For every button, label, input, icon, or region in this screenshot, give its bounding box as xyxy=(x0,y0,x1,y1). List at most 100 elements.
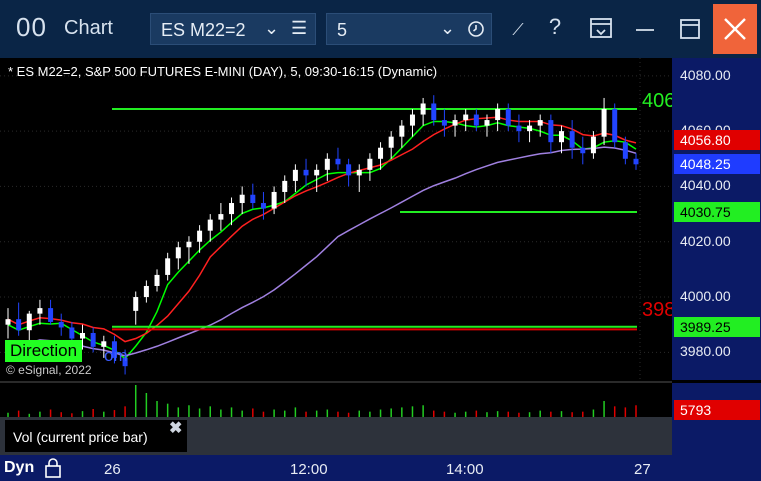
candle-body xyxy=(335,158,341,165)
price-marker-label: 4048.25 xyxy=(674,153,760,174)
candle-body xyxy=(69,327,75,339)
close-button[interactable] xyxy=(713,4,757,54)
candle-body xyxy=(622,142,628,159)
candle-body xyxy=(239,194,245,204)
lock-icon[interactable] xyxy=(44,457,62,479)
candle-body xyxy=(207,219,213,231)
candle-body xyxy=(26,313,32,331)
price-marker-label: 4056.80 xyxy=(674,129,760,150)
price-tick-label: 4020.00 xyxy=(680,232,731,249)
candle-body xyxy=(218,214,224,220)
time-label-1200: 12:00 xyxy=(290,461,328,478)
direction-label[interactable]: Direction xyxy=(5,340,83,362)
list-icon[interactable]: ☰ xyxy=(291,18,307,39)
candle-body xyxy=(590,136,596,154)
help-icon[interactable]: ? xyxy=(540,14,570,44)
candle-body xyxy=(303,169,309,176)
time-label-27: 27 xyxy=(634,461,651,478)
direction-tail: om xyxy=(104,346,128,365)
interval-selector[interactable]: 5 ⌄ xyxy=(326,13,492,45)
chart-header: * ES M22=2, S&P 500 FUTURES E-MINI (DAY)… xyxy=(8,64,438,79)
candle-body xyxy=(580,147,586,154)
symbol-value: ES M22=2 xyxy=(161,20,246,40)
candle-body xyxy=(569,131,575,148)
chevron-down-icon[interactable]: ⌄ xyxy=(264,18,279,39)
time-label-26: 26 xyxy=(104,461,121,478)
price-tick-label: 3980.00 xyxy=(680,343,731,360)
volume-chart[interactable] xyxy=(0,381,672,417)
candle-body xyxy=(292,169,298,181)
right-line-label-bottom: 398 xyxy=(642,299,672,321)
candle-body xyxy=(452,120,458,126)
copyright-text: © eSignal, 2022 xyxy=(6,363,92,377)
avg-line-fast xyxy=(7,120,637,360)
minimize-icon[interactable] xyxy=(630,14,660,44)
time-label-1400: 14:00 xyxy=(446,461,484,478)
window-title: Chart xyxy=(64,17,113,39)
candle-body xyxy=(633,158,639,165)
candle-body xyxy=(484,120,490,126)
template-icon[interactable] xyxy=(586,14,616,44)
draw-icon[interactable]: ⟋ xyxy=(503,22,533,52)
price-marker-label: 3989.25 xyxy=(674,316,760,337)
candle-body xyxy=(260,203,266,209)
candle-body xyxy=(516,125,522,132)
candle-body xyxy=(37,308,43,314)
candle-body xyxy=(367,158,373,170)
candle-body xyxy=(165,258,171,275)
candle-body xyxy=(314,169,320,176)
price-marker-label: 4030.75 xyxy=(674,202,760,222)
clock-icon[interactable] xyxy=(467,20,485,38)
candle-body xyxy=(80,332,86,339)
candle-body xyxy=(612,109,618,143)
candle-body xyxy=(5,319,11,325)
candle-body xyxy=(197,230,203,242)
candle-body xyxy=(175,247,181,259)
candle-body xyxy=(527,125,533,132)
candle-body xyxy=(48,308,54,322)
candle-body xyxy=(324,158,330,170)
candle-body xyxy=(431,103,437,121)
candle-body xyxy=(409,114,415,126)
candle-body xyxy=(537,120,543,126)
candle-body xyxy=(558,131,564,143)
candle-body xyxy=(420,103,426,115)
candle-body xyxy=(495,109,501,121)
symbol-selector[interactable]: ES M22=2 ⌄ ☰ xyxy=(150,13,316,45)
candle-body xyxy=(282,180,288,192)
price-tick-label: 4040.00 xyxy=(680,177,731,194)
title-bar: 00 Chart ES M22=2 ⌄ ☰ 5 ⌄ ⟋ ? xyxy=(0,0,761,58)
volume-value-label: 5793 xyxy=(674,400,760,420)
candle-body xyxy=(250,194,256,204)
volume-study-label: Vol (current price bar) xyxy=(13,429,148,445)
chevron-down-icon[interactable]: ⌄ xyxy=(440,18,455,39)
maximize-icon[interactable] xyxy=(675,14,705,44)
price-chart[interactable]: 406 398 xyxy=(0,58,672,380)
candle-body xyxy=(154,274,160,286)
candle-body xyxy=(90,332,96,347)
candle-body xyxy=(505,109,511,126)
candle-body xyxy=(548,120,554,143)
avg-line-red xyxy=(7,116,637,343)
candle-body xyxy=(473,114,479,126)
candle-body xyxy=(399,125,405,137)
close-icon[interactable]: ✖ xyxy=(169,418,182,438)
right-line-label-top: 406 xyxy=(642,90,672,112)
candle-body xyxy=(388,136,394,148)
interval-value: 5 xyxy=(337,20,348,40)
candle-body xyxy=(133,297,139,311)
candle-body xyxy=(463,114,469,121)
candle-body xyxy=(58,321,64,328)
volume-study-tab[interactable]: Vol (current price bar) ✖ xyxy=(5,420,187,452)
candle-body xyxy=(346,164,352,176)
candle-body xyxy=(271,191,277,209)
candle-body xyxy=(356,169,362,176)
price-tick-label: 4000.00 xyxy=(680,288,731,305)
candle-body xyxy=(229,203,235,215)
avg-line-slow xyxy=(7,146,637,357)
candle-body xyxy=(16,319,22,331)
candle-body xyxy=(601,109,607,137)
dynamic-mode-toggle[interactable]: Dyn xyxy=(4,459,34,477)
candle-body xyxy=(186,241,192,248)
price-tick-label: 4080.00 xyxy=(680,66,731,83)
